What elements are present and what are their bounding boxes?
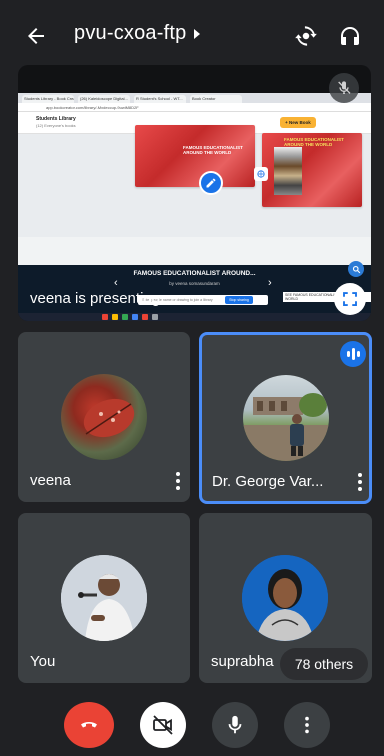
avatar: [61, 555, 147, 641]
more-options-button[interactable]: [284, 702, 330, 748]
browser-tab: R Student's School - WT...: [134, 95, 186, 103]
switch-camera-button[interactable]: [290, 20, 322, 52]
presentation-tile[interactable]: Students Library - Book Creator (26) Kal…: [18, 65, 371, 321]
book-title: FAMOUS EDUCATIONALIST AROUND...: [133, 270, 256, 277]
taskbar-icon: [112, 314, 118, 320]
shared-screen: Students Library - Book Creator (26) Kal…: [18, 93, 371, 321]
browser-tab: Students Library - Book Creator: [22, 95, 74, 103]
fullscreen-button[interactable]: [334, 283, 366, 315]
man-at-microphone-photo: [61, 555, 147, 641]
new-book-button: + New Book: [280, 117, 316, 128]
leaf-photo: [83, 398, 135, 438]
end-call-button[interactable]: [64, 702, 114, 748]
participant-tile-you[interactable]: You: [18, 513, 190, 683]
participant-name: Dr. George Var...: [212, 473, 324, 490]
more-vertical-icon: [305, 716, 309, 734]
participant-tile-veena[interactable]: veena: [18, 332, 190, 502]
participant-tile-george[interactable]: Dr. George Var...: [199, 332, 372, 504]
participant-name: You: [30, 653, 56, 670]
app-subtitle: (12) Everyone's books: [36, 123, 76, 128]
phone-hangup-icon: [81, 722, 97, 728]
book-author: by veena somasundaram: [169, 281, 220, 286]
book-cover-2-text: FAMOUS EDUCATIONALIST AROUND THE WORLD: [284, 137, 344, 147]
call-controls: [0, 690, 384, 756]
book-cover-1-text: FAMOUS EDUCATIONALIST AROUND THE WORLD: [183, 145, 243, 155]
globe-icon: [254, 167, 268, 181]
more-vertical-icon[interactable]: [350, 469, 369, 495]
windows-taskbar: [18, 313, 371, 321]
chevron-right-icon: [194, 28, 201, 39]
speaking-indicator-icon: [340, 341, 366, 367]
taskbar-icon: [142, 314, 148, 320]
mic-icon: [228, 715, 242, 734]
mic-toggle-button[interactable]: [212, 702, 258, 748]
headphones-icon: [341, 27, 359, 45]
book-stack-image: [274, 147, 302, 195]
woman-portrait-photo: [242, 555, 328, 641]
taskbar-icon: [152, 314, 158, 320]
chevron-left-icon: ‹: [114, 277, 118, 289]
avatar: [61, 374, 147, 460]
arrow-left-icon: [28, 28, 44, 44]
book-cover-1: FAMOUS EDUCATIONALIST AROUND THE WORLD: [135, 125, 255, 187]
browser-tab-strip: Students Library - Book Creator (26) Kal…: [18, 93, 371, 103]
top-bar: pvu-cxoa-ftp: [0, 0, 384, 64]
book-cover-2: FAMOUS EDUCATIONALIST AROUND THE WORLD: [262, 133, 362, 207]
browser-url: app.bookcreator.com/library/-Mxdeccup-9u…: [18, 103, 371, 112]
search-icon: [348, 261, 364, 277]
more-vertical-icon[interactable]: [168, 468, 188, 494]
camera-toggle-button[interactable]: [140, 702, 186, 748]
presenting-label: veena is presenting: [30, 290, 161, 307]
avatar: [243, 375, 329, 461]
app-title: Students Library: [36, 116, 76, 122]
meeting-code: pvu-cxoa-ftp: [74, 22, 187, 44]
others-count-button[interactable]: 78 others: [280, 648, 368, 680]
chevron-right-icon: ›: [268, 277, 272, 289]
back-button[interactable]: [20, 20, 52, 52]
taskbar-icon: [132, 314, 138, 320]
participant-name: veena: [30, 472, 71, 489]
meeting-title[interactable]: pvu-cxoa-ftp: [74, 22, 202, 45]
audio-output-button[interactable]: [334, 20, 366, 52]
camera-off-icon: [153, 715, 173, 735]
taskbar-icon: [102, 314, 108, 320]
fullscreen-icon: [343, 292, 357, 306]
switch-camera-icon: [295, 26, 317, 46]
participant-name: suprabha: [211, 653, 274, 670]
taskbar-icon: [122, 314, 128, 320]
pencil-icon: [199, 171, 223, 195]
browser-tab: (26) Kaleidoscope Digital...: [78, 95, 130, 103]
man-in-garden-photo: [243, 393, 329, 461]
stop-sharing-button: Stop sharing: [225, 296, 253, 304]
browser-tab: Book Creator: [190, 95, 242, 103]
mic-off-icon: [338, 81, 351, 94]
avatar: [242, 555, 328, 641]
mic-off-indicator: [329, 73, 359, 103]
